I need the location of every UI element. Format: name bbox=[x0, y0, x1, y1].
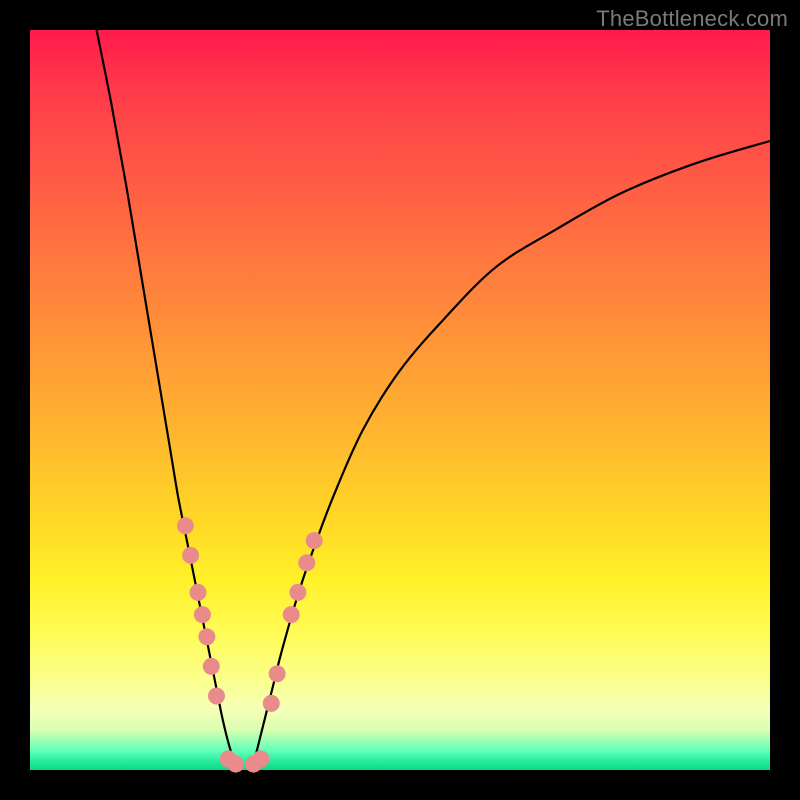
data-marker bbox=[227, 756, 244, 773]
data-marker bbox=[198, 628, 215, 645]
data-marker bbox=[269, 665, 286, 682]
data-marker bbox=[252, 750, 269, 767]
right-curve bbox=[252, 141, 770, 770]
plot-area bbox=[30, 30, 770, 770]
chart-frame: TheBottleneck.com bbox=[0, 0, 800, 800]
data-marker bbox=[208, 688, 225, 705]
data-marker bbox=[263, 695, 280, 712]
curves-svg bbox=[30, 30, 770, 770]
data-marker bbox=[289, 584, 306, 601]
data-marker bbox=[283, 606, 300, 623]
data-marker bbox=[194, 606, 211, 623]
watermark-text: TheBottleneck.com bbox=[596, 6, 788, 32]
left-curve bbox=[97, 30, 238, 770]
data-marker bbox=[189, 584, 206, 601]
curve-markers bbox=[177, 517, 323, 772]
data-marker bbox=[306, 532, 323, 549]
data-marker bbox=[182, 547, 199, 564]
data-marker bbox=[298, 554, 315, 571]
data-marker bbox=[203, 658, 220, 675]
data-marker bbox=[177, 517, 194, 534]
